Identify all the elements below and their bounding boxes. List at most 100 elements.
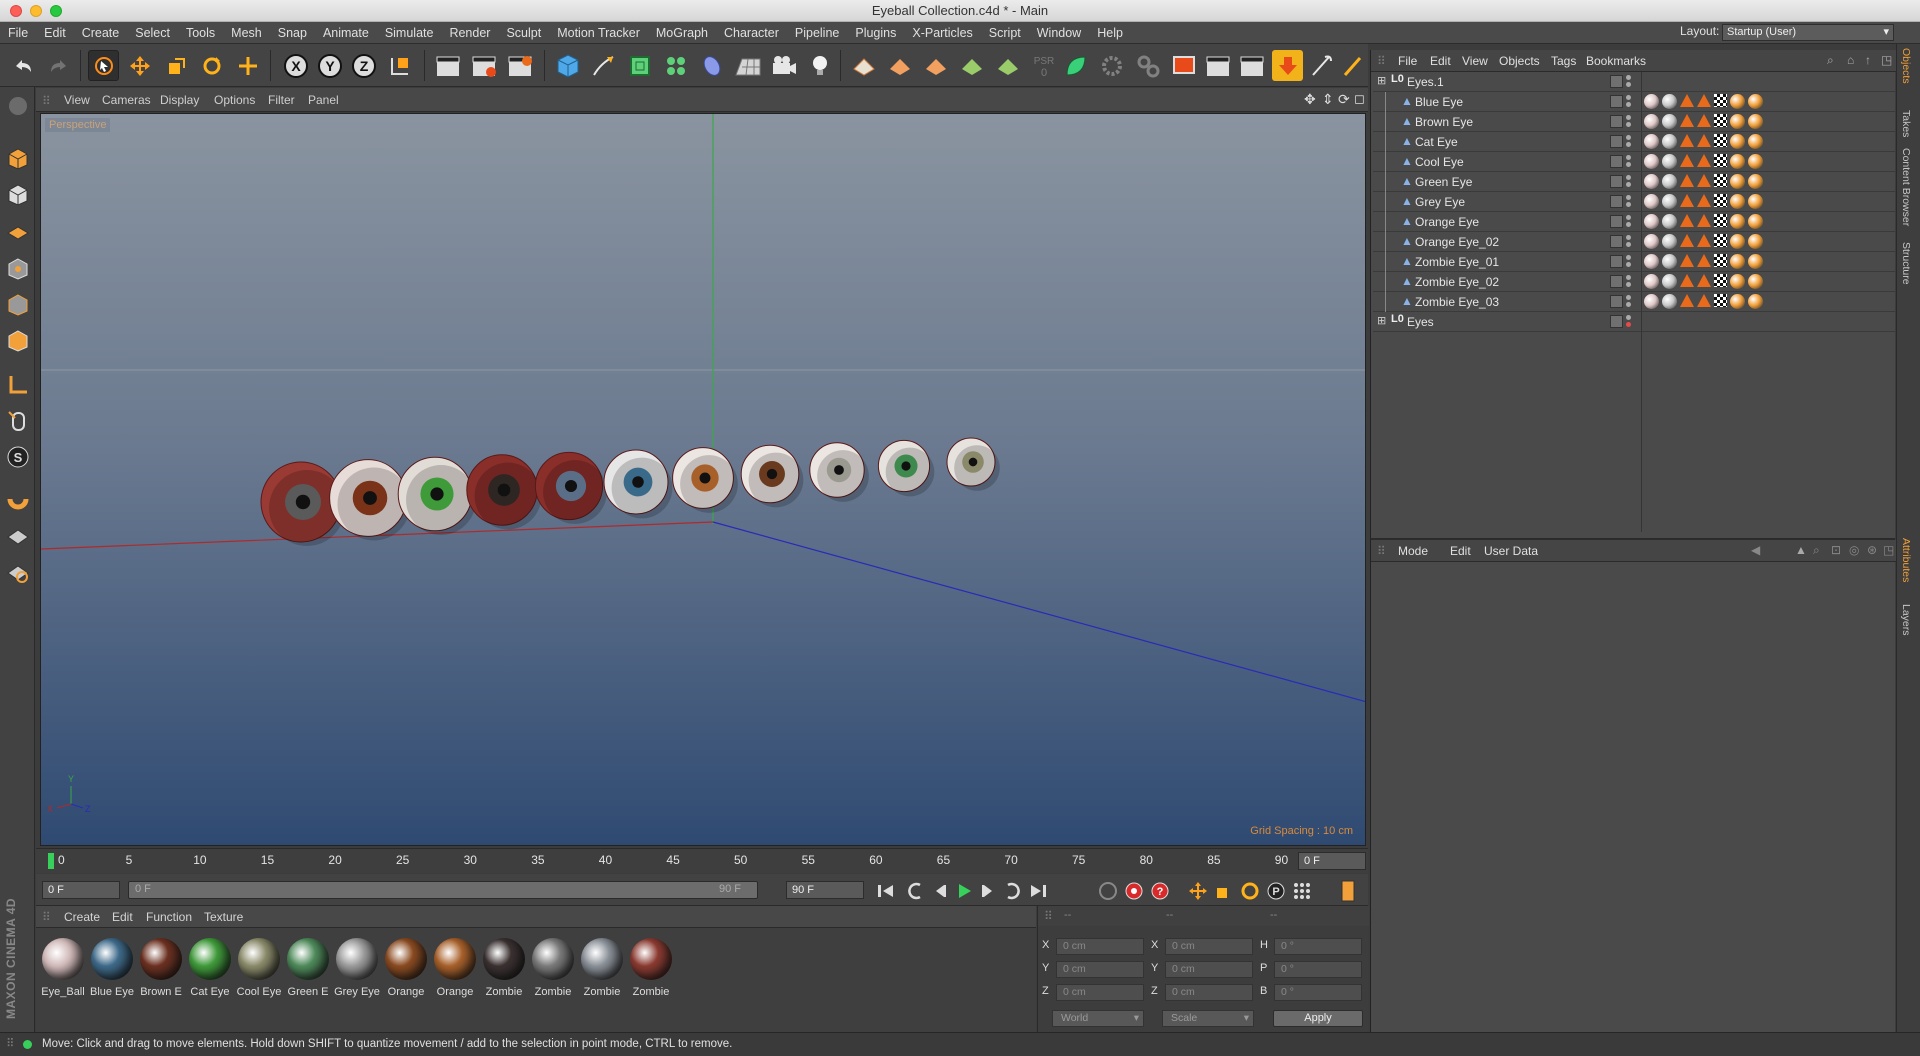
material-tag-icon[interactable]	[1748, 194, 1763, 209]
material-tag-icon[interactable]	[1644, 194, 1659, 209]
maximize-view-icon[interactable]: ◻	[1354, 91, 1365, 107]
material-swatch[interactable]: Zombie	[481, 938, 527, 1004]
material-swatch[interactable]: Green E	[285, 938, 331, 1004]
material-tag-icon[interactable]	[1714, 234, 1727, 247]
tag-button-5[interactable]	[992, 50, 1023, 81]
material-tag-icon[interactable]	[1730, 214, 1745, 229]
up-arrow-icon[interactable]: ▲	[1795, 543, 1807, 557]
workplane-align-button[interactable]	[4, 559, 31, 586]
material-tag-icon[interactable]	[1730, 134, 1745, 149]
material-tag-icon[interactable]	[1697, 174, 1711, 187]
pos-x-field[interactable]: 0 cm	[1056, 938, 1144, 955]
pos-z-field[interactable]: 0 cm	[1056, 984, 1144, 1001]
material-tag-icon[interactable]	[1680, 254, 1694, 267]
object-row-child[interactable]: ▲ Zombie Eye_01	[1373, 252, 1895, 272]
expand-icon[interactable]: ⊞	[1377, 74, 1386, 87]
object-row-child[interactable]: ▲ Grey Eye	[1373, 192, 1895, 212]
download-button[interactable]	[1272, 50, 1303, 81]
object-row-child[interactable]: ▲ Orange Eye_02	[1373, 232, 1895, 252]
tag-button-2[interactable]	[884, 50, 915, 81]
material-menu-texture[interactable]: Texture	[204, 910, 243, 924]
render-view-button[interactable]	[432, 50, 463, 81]
layer-checkbox[interactable]	[1610, 75, 1623, 88]
visibility-dots[interactable]	[1626, 235, 1632, 248]
material-swatch[interactable]: Zombie	[530, 938, 576, 1004]
layer-checkbox[interactable]	[1610, 235, 1623, 248]
new-window-icon[interactable]: ◳	[1881, 53, 1892, 67]
material-tag-icon[interactable]	[1680, 114, 1694, 127]
side-tab-takes[interactable]: Takes	[1900, 110, 1912, 137]
more-tools-button[interactable]	[1340, 50, 1366, 81]
material-swatch[interactable]: Orange	[383, 938, 429, 1004]
material-tag-icon[interactable]	[1730, 234, 1745, 249]
object-row-child[interactable]: ▲ Zombie Eye_03	[1373, 292, 1895, 312]
material-tag-icon[interactable]	[1730, 294, 1745, 309]
material-swatch[interactable]: Zombie	[628, 938, 674, 1004]
material-tag-icon[interactable]	[1730, 274, 1745, 289]
material-tag-icon[interactable]	[1662, 94, 1677, 109]
menu-edit[interactable]: Edit	[36, 26, 74, 40]
material-tag-icon[interactable]	[1680, 214, 1694, 227]
attributes-menu-user-data[interactable]: User Data	[1484, 544, 1538, 558]
material-tag-icon[interactable]	[1662, 154, 1677, 169]
material-tag-icon[interactable]	[1662, 234, 1677, 249]
visibility-dots[interactable]	[1626, 295, 1632, 308]
rot-b-field[interactable]: 0 °	[1274, 984, 1362, 1001]
snap-button[interactable]	[4, 485, 31, 512]
material-menu-create[interactable]: Create	[64, 910, 100, 924]
visibility-dots[interactable]	[1626, 255, 1632, 268]
back-arrow-icon[interactable]: ◀	[1751, 543, 1760, 557]
menu-character[interactable]: Character	[716, 26, 787, 40]
material-tag-icon[interactable]	[1662, 134, 1677, 149]
polygons-mode-button[interactable]	[4, 327, 31, 354]
material-tag-icon[interactable]	[1730, 154, 1745, 169]
parameter-key-button[interactable]: P	[1264, 880, 1288, 902]
visibility-dots[interactable]	[1626, 115, 1632, 128]
material-tag-icon[interactable]	[1662, 114, 1677, 129]
coordinate-system-button[interactable]	[384, 50, 415, 81]
material-tag-icon[interactable]	[1697, 94, 1711, 107]
menu-pipeline[interactable]: Pipeline	[787, 26, 847, 40]
objects-menu-tags[interactable]: Tags	[1551, 54, 1576, 68]
layer-checkbox[interactable]	[1610, 275, 1623, 288]
material-tag-icon[interactable]	[1644, 94, 1659, 109]
floor-button[interactable]	[732, 50, 763, 81]
autokey-button[interactable]	[1122, 880, 1146, 902]
viewport-menu-panel[interactable]: Panel	[308, 93, 339, 107]
cloner-button[interactable]	[660, 50, 691, 81]
subdivision-surface-button[interactable]	[624, 50, 655, 81]
material-tag-icon[interactable]	[1730, 174, 1745, 189]
material-tag-icon[interactable]	[1697, 194, 1711, 207]
start-frame-field[interactable]: 0 F	[42, 881, 120, 899]
material-tag-icon[interactable]	[1748, 94, 1763, 109]
pen-spline-button[interactable]	[588, 50, 619, 81]
material-tag-icon[interactable]	[1697, 154, 1711, 167]
solo-mode-button[interactable]: S	[4, 443, 31, 470]
material-tag-icon[interactable]	[1714, 294, 1727, 307]
material-tag-icon[interactable]	[1680, 134, 1694, 147]
side-tab-objects[interactable]: Objects	[1900, 48, 1912, 84]
objects-menu-file[interactable]: File	[1398, 54, 1417, 68]
attributes-menu-edit[interactable]: Edit	[1450, 544, 1471, 558]
select-tool-button[interactable]	[88, 50, 119, 81]
previous-key-button[interactable]	[904, 880, 928, 902]
menu-x-particles[interactable]: X-Particles	[904, 26, 980, 40]
material-tag-icon[interactable]	[1644, 174, 1659, 189]
material-tag-icon[interactable]	[1714, 194, 1727, 207]
viewport-menu-display[interactable]: Display	[160, 93, 199, 107]
viewport-menu-options[interactable]: Options	[214, 93, 255, 107]
material-swatch[interactable]: Orange	[432, 938, 478, 1004]
visibility-dots[interactable]	[1626, 175, 1632, 188]
render-queue-button[interactable]	[1202, 50, 1233, 81]
size-y-field[interactable]: 0 cm	[1165, 961, 1253, 978]
menu-sculpt[interactable]: Sculpt	[498, 26, 549, 40]
objects-menu-edit[interactable]: Edit	[1430, 54, 1451, 68]
settings-icon[interactable]: ⊛	[1867, 543, 1877, 557]
render-to-picture-viewer-button[interactable]	[468, 50, 499, 81]
menu-mograph[interactable]: MoGraph	[648, 26, 716, 40]
object-row-eyes[interactable]: ⊞ L0 Eyes	[1373, 312, 1895, 332]
object-row-child[interactable]: ▲ Zombie Eye_02	[1373, 272, 1895, 292]
layer-checkbox[interactable]	[1610, 155, 1623, 168]
object-row-child[interactable]: ▲ Green Eye	[1373, 172, 1895, 192]
visibility-dots[interactable]	[1626, 75, 1632, 88]
